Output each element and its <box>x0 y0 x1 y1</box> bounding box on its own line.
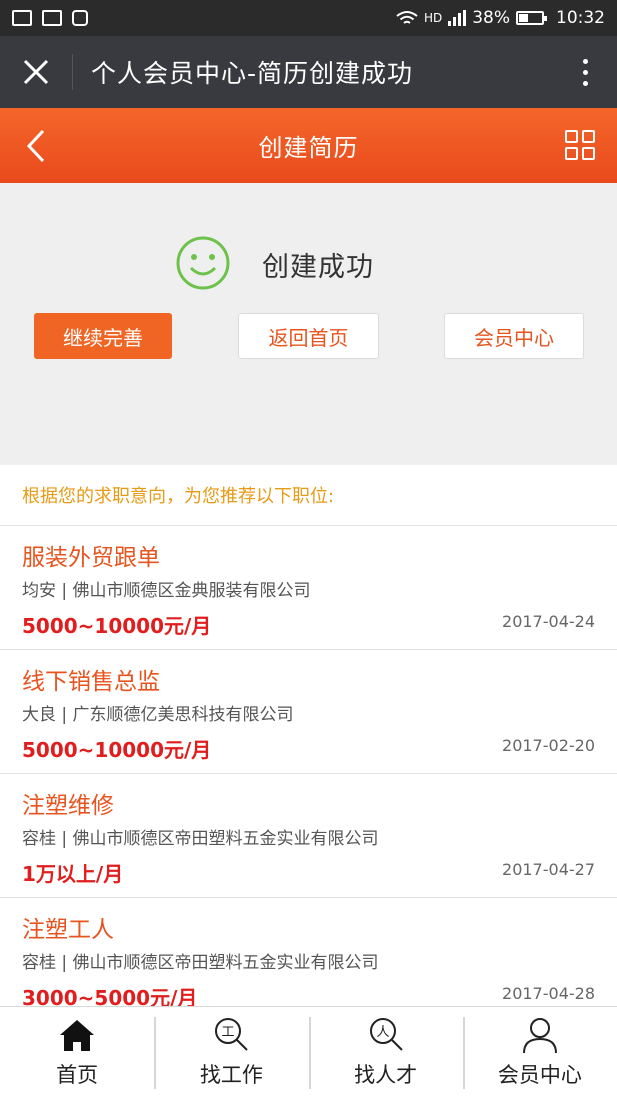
job-date: 2017-04-24 <box>502 612 595 631</box>
status-left-icons <box>12 10 88 26</box>
job-date: 2017-02-20 <box>502 736 595 755</box>
job-title[interactable]: 注塑工人 <box>22 910 114 944</box>
job-title[interactable]: 服装外贸跟单 <box>22 538 160 572</box>
signal-icon <box>448 10 467 26</box>
tab-member-center[interactable]: 会员中心 <box>462 1007 617 1097</box>
tab-label: 会员中心 <box>497 1063 582 1087</box>
tab-label: 找人才 <box>354 1063 418 1087</box>
more-button[interactable] <box>553 36 617 108</box>
page-title: 创建简历 <box>258 134 359 162</box>
message-icon <box>12 10 32 26</box>
job-title[interactable]: 线下销售总监 <box>22 662 160 696</box>
battery-percent: 38% <box>472 8 510 28</box>
more-dot <box>582 69 588 75</box>
svg-text:工: 工 <box>222 1025 235 1040</box>
success-panel: 创建成功 继续完善 返回首页 会员中心 <box>0 183 617 465</box>
tab-label: 首页 <box>56 1063 99 1087</box>
job-company: 容桂 | 佛山市顺德区帝田塑料五金实业有限公司 <box>22 953 379 973</box>
grid-menu-button[interactable] <box>565 130 595 160</box>
success-message: 创建成功 <box>262 252 374 283</box>
grid-cell <box>582 130 595 143</box>
continue-button[interactable]: 继续完善 <box>34 313 172 359</box>
shield-icon <box>72 10 88 26</box>
more-vertical-icon <box>582 58 588 64</box>
list-item[interactable]: 注塑维修 容桂 | 佛山市顺德区帝田塑料五金实业有限公司 1万以上/月 2017… <box>0 774 617 898</box>
tab-home[interactable]: 首页 <box>0 1007 154 1097</box>
svg-text:人: 人 <box>376 1025 389 1040</box>
battery-icon <box>516 11 547 25</box>
job-salary: 1万以上/月 <box>22 862 124 886</box>
user-icon <box>522 1018 557 1054</box>
list-item[interactable]: 服装外贸跟单 均安 | 佛山市顺德区金典服装有限公司 5000~10000元/月… <box>0 526 617 650</box>
smile-icon <box>176 236 230 290</box>
search-job-icon: 工 <box>215 1018 249 1051</box>
job-company: 大良 | 广东顺德亿美思科技有限公司 <box>22 705 294 725</box>
grid-cell <box>582 147 595 160</box>
job-company: 均安 | 佛山市顺德区金典服装有限公司 <box>22 581 311 601</box>
job-date: 2017-04-28 <box>502 984 595 1003</box>
job-salary: 5000~10000元/月 <box>22 614 212 638</box>
job-title[interactable]: 注塑维修 <box>22 786 114 820</box>
network-type: HD <box>423 11 443 25</box>
return-home-button[interactable]: 返回首页 <box>238 313 379 359</box>
title-divider <box>72 54 73 90</box>
battery-level <box>519 14 529 22</box>
grid-cell <box>565 147 578 160</box>
bottom-tab-bar: 首页 工 找工作 人 找人才 会员中心 <box>0 1006 617 1097</box>
status-bar: HD 38% 10:32 <box>0 0 617 36</box>
list-item[interactable]: 线下销售总监 大良 | 广东顺德亿美思科技有限公司 5000~10000元/月 … <box>0 650 617 774</box>
clock: 10:32 <box>556 8 605 28</box>
job-salary: 5000~10000元/月 <box>22 738 212 762</box>
tab-find-talent[interactable]: 人 找人才 <box>308 1007 463 1097</box>
app-header: 创建简历 <box>0 108 617 183</box>
chevron-left-icon <box>26 129 45 163</box>
search-talent-icon: 人 <box>369 1018 403 1051</box>
job-date: 2017-04-27 <box>502 860 595 879</box>
list-item[interactable]: 注塑工人 容桂 | 佛山市顺德区帝田塑料五金实业有限公司 3000~5000元/… <box>0 898 617 1022</box>
home-icon <box>60 1020 95 1051</box>
wechat-title-bar: 个人会员中心-简历创建成功 <box>0 36 617 108</box>
grid-icon <box>565 130 578 143</box>
wechat-page-title: 个人会员中心-简历创建成功 <box>91 59 414 88</box>
wifi-icon <box>396 11 418 24</box>
tab-label: 找工作 <box>199 1063 263 1087</box>
status-right: HD 38% 10:32 <box>396 8 605 28</box>
member-center-button[interactable]: 会员中心 <box>444 313 584 359</box>
tab-find-job[interactable]: 工 找工作 <box>154 1007 308 1097</box>
close-button[interactable] <box>0 36 72 108</box>
back-button[interactable] <box>18 128 54 164</box>
recommend-heading: 根据您的求职意向，为您推荐以下职位: <box>0 465 617 526</box>
close-icon <box>23 59 49 85</box>
job-list: 服装外贸跟单 均安 | 佛山市顺德区金典服装有限公司 5000~10000元/月… <box>0 526 617 1022</box>
more-dot <box>582 80 588 86</box>
job-company: 容桂 | 佛山市顺德区帝田塑料五金实业有限公司 <box>22 829 379 849</box>
image-icon <box>42 10 62 26</box>
